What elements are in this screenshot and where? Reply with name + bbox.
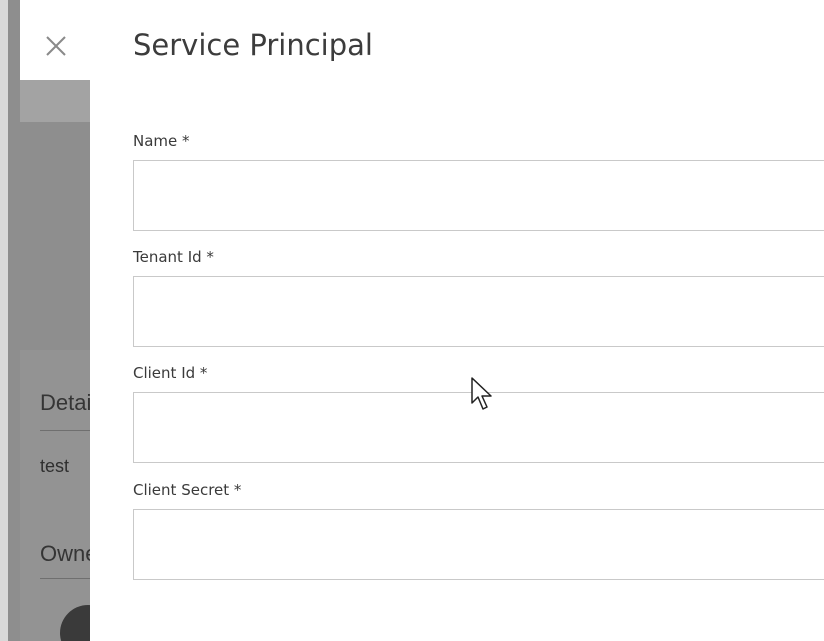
tenant-id-label: Tenant Id * xyxy=(133,248,214,266)
client-secret-label: Client Secret * xyxy=(133,481,242,499)
background-divider xyxy=(40,578,90,579)
background-band xyxy=(20,80,90,122)
client-id-field[interactable] xyxy=(133,392,824,463)
service-principal-panel: Service Principal Name * Tenant Id * Cli… xyxy=(90,0,824,641)
background-heading-details: Details xyxy=(40,390,90,415)
app-window: Details test Owners Service Principal Na… xyxy=(0,0,824,641)
name-field[interactable] xyxy=(133,160,824,231)
background-divider xyxy=(40,430,90,431)
background-value-text: test xyxy=(40,456,70,476)
background-edge xyxy=(0,0,8,641)
client-secret-field[interactable] xyxy=(133,509,824,580)
tenant-id-field[interactable] xyxy=(133,276,824,347)
background-heading-owners: Owners xyxy=(40,541,90,566)
client-id-label: Client Id * xyxy=(133,364,208,382)
name-label: Name * xyxy=(133,132,190,150)
close-icon[interactable] xyxy=(44,34,68,58)
page-title: Service Principal xyxy=(133,28,373,62)
